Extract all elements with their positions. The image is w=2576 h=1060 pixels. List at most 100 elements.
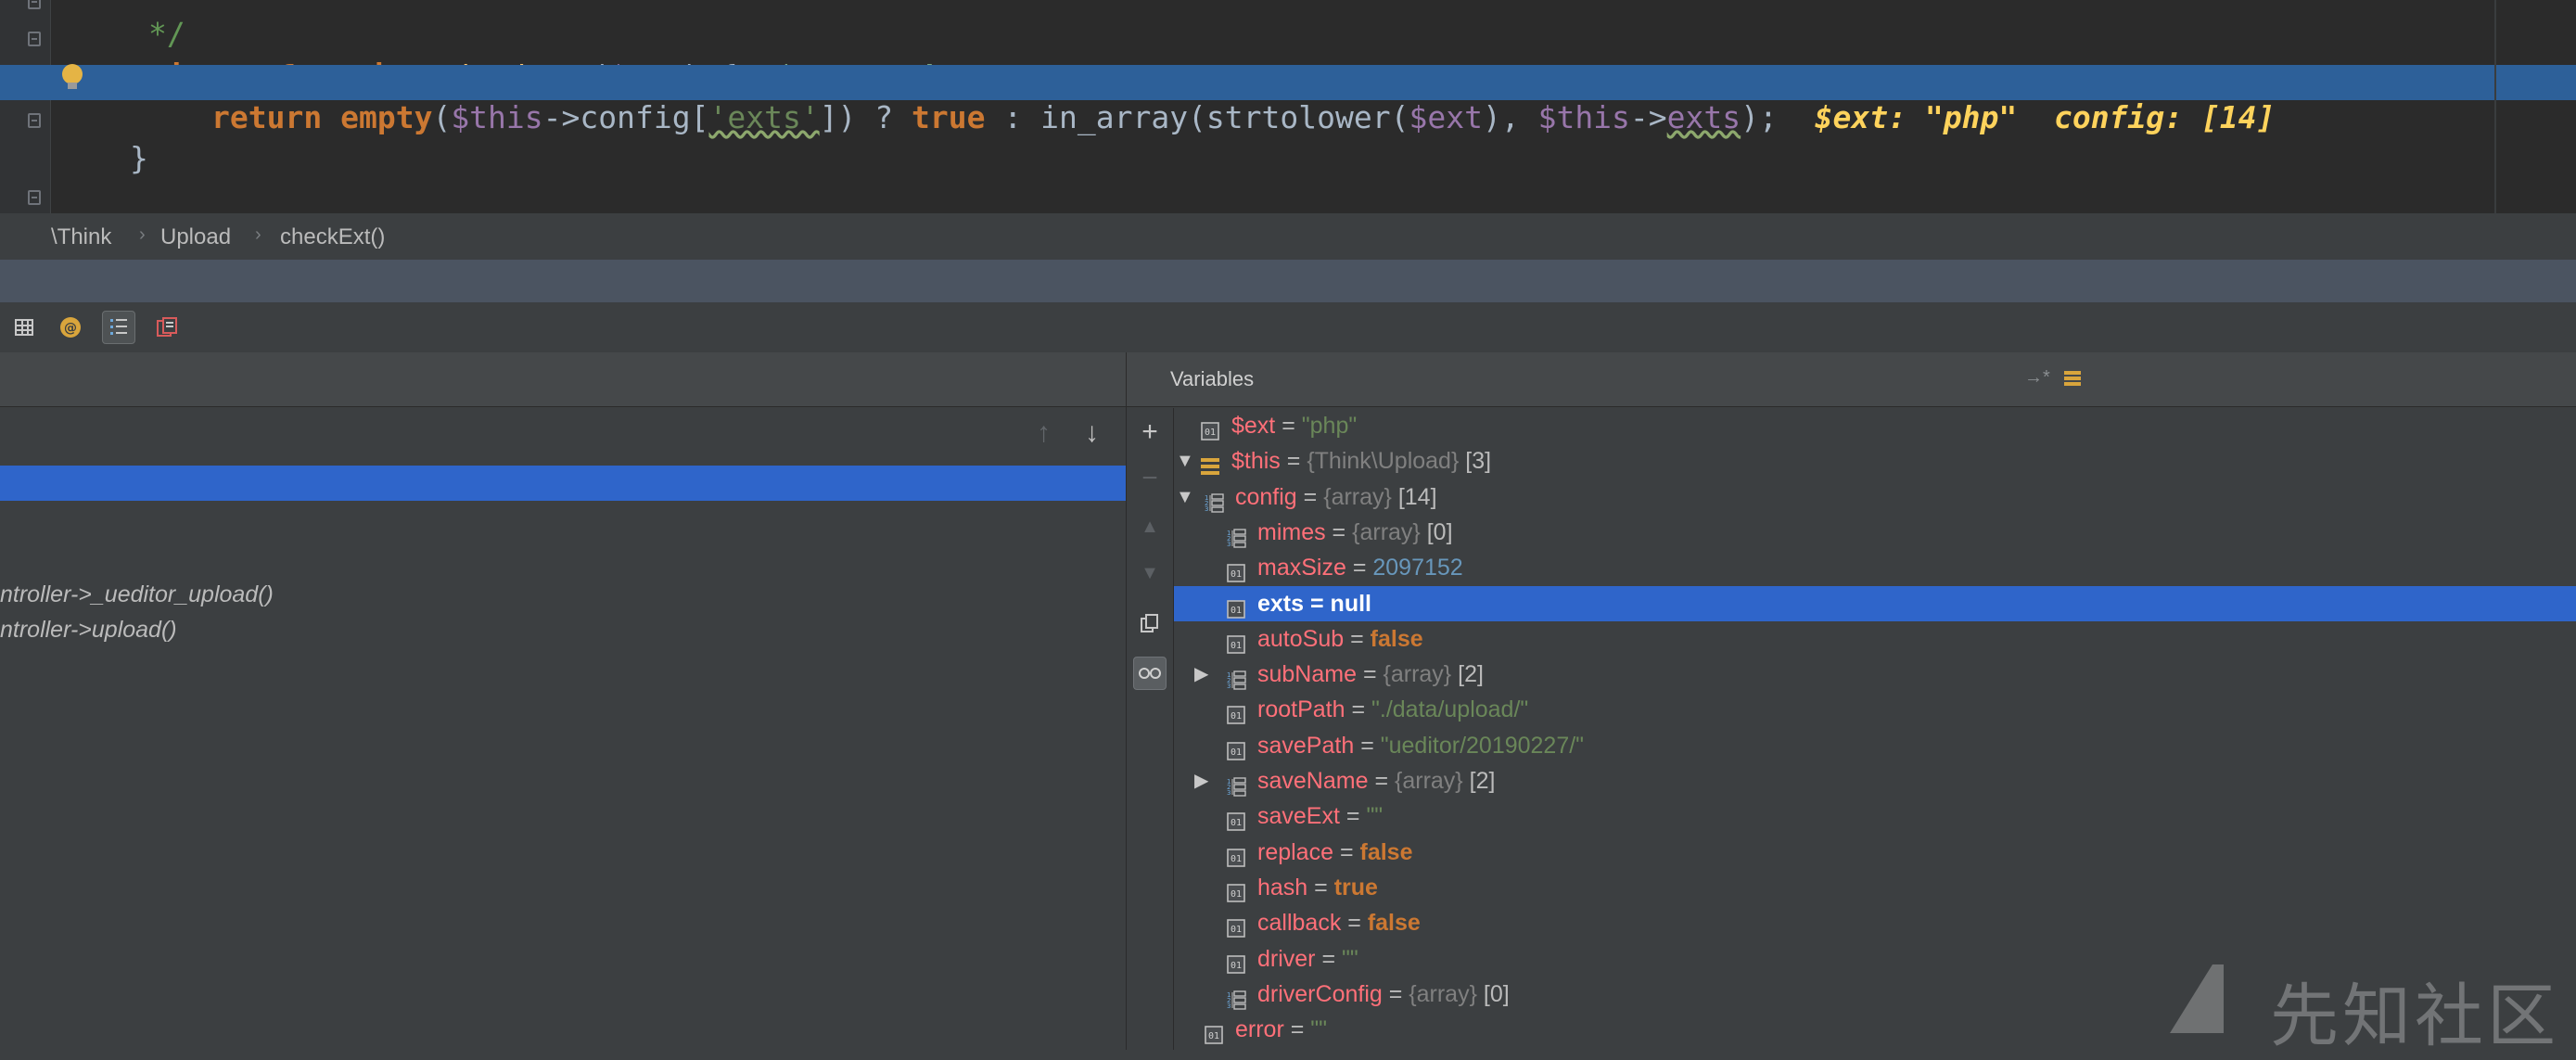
- variable-equals: =: [1341, 910, 1368, 937]
- evaluate-table-icon[interactable]: [7, 311, 41, 344]
- restore-layout-icon[interactable]: [150, 311, 184, 344]
- remove-watch-icon[interactable]: −: [1133, 462, 1167, 495]
- copy-icon[interactable]: [1133, 607, 1167, 640]
- variable-name: savePath: [1257, 732, 1355, 759]
- svg-text:01: 01: [1231, 747, 1242, 758]
- variable-value: false: [1359, 838, 1413, 865]
- variable-row[interactable]: 01 rootPath = "./data/upload/": [1174, 692, 2576, 727]
- lightbulb-icon[interactable]: [62, 64, 83, 89]
- svg-text:01: 01: [1231, 854, 1242, 864]
- variable-equals: =: [1325, 518, 1353, 545]
- primitive-value-icon: 01: [1227, 634, 1245, 654]
- variable-content: hash = true: [1257, 870, 1378, 905]
- breadcrumb-item-namespace[interactable]: \Think: [51, 224, 111, 250]
- variable-type: {array}: [1352, 518, 1421, 545]
- variable-equals: =: [1345, 696, 1372, 723]
- variable-name: mimes: [1257, 518, 1326, 545]
- tree-expand-arrow-icon[interactable]: ▶: [1194, 763, 1208, 798]
- debug-tool-window-title-bar: [0, 260, 2576, 302]
- frames-navigation: ↑ ↓: [0, 408, 1126, 460]
- variable-value: "ueditor/20190227/": [1380, 732, 1585, 759]
- variables-side-toolbar: + − ▲ ▼: [1127, 408, 1174, 1050]
- variable-value: 2097152: [1372, 555, 1463, 581]
- variable-count: [14]: [1391, 483, 1437, 510]
- variable-content: driverConfig = {array} [0]: [1257, 977, 1510, 1012]
- restore-frames-icon[interactable]: →*: [2024, 367, 2050, 389]
- variable-row[interactable]: 01 saveExt = "": [1174, 798, 2576, 834]
- breadcrumb: \Think › Upload › checkExt(): [0, 213, 2576, 261]
- variables-icon: [2064, 371, 2081, 386]
- svg-text:3: 3: [1227, 789, 1231, 797]
- variable-row[interactable]: 1 2 3 mimes = {array} [0]: [1174, 515, 2576, 550]
- variable-content: saveExt = "": [1257, 798, 1383, 834]
- variable-count: [0]: [1476, 980, 1510, 1007]
- execution-point-line: return empty($this->config['exts']) ? tr…: [0, 65, 2576, 135]
- breadcrumb-item-class[interactable]: Upload: [160, 224, 231, 250]
- variable-count: [3]: [1459, 448, 1492, 475]
- primitive-value-icon: 01: [1227, 884, 1245, 902]
- primitive-value-icon: 01: [1227, 954, 1245, 974]
- variable-type-icon: 01: [1204, 1020, 1224, 1055]
- variable-name: error: [1235, 1016, 1284, 1043]
- array-icon: 123: [1227, 990, 1246, 1010]
- variable-row[interactable]: 01 replace = false: [1174, 835, 2576, 870]
- watch-glasses-icon[interactable]: [1133, 657, 1167, 690]
- variables-tree[interactable]: 01 $ext = "php" ▼ $this = {Think\Upload} [3…: [1174, 408, 2576, 1050]
- svg-text:01: 01: [1231, 961, 1242, 971]
- variable-value: "./data/upload/": [1371, 696, 1529, 723]
- arrow-down-icon[interactable]: ↓: [1085, 417, 1099, 449]
- primitive-value-icon: 01: [1227, 848, 1245, 867]
- svg-text:01: 01: [1231, 889, 1242, 900]
- variable-name: $this: [1231, 448, 1281, 475]
- variable-content: $ext = "php": [1231, 408, 1357, 443]
- variable-count: [0]: [1420, 518, 1453, 545]
- variable-value: null: [1330, 590, 1371, 617]
- frame-item-selected[interactable]: [0, 466, 1126, 501]
- svg-text:3: 3: [1227, 541, 1231, 548]
- move-down-icon[interactable]: ▼: [1133, 556, 1167, 590]
- variable-content: autoSub = false: [1257, 621, 1423, 657]
- variable-row[interactable]: 01 savePath = "ueditor/20190227/": [1174, 728, 2576, 763]
- variable-row[interactable]: ▶ 1 2 3 saveName = {array} [2]: [1174, 763, 2576, 798]
- variable-row[interactable]: ▼ $this = {Think\Upload} [3]: [1174, 443, 2576, 479]
- svg-text:01: 01: [1205, 428, 1216, 438]
- variable-content: savePath = "ueditor/20190227/": [1257, 728, 1584, 763]
- variable-name: maxSize: [1257, 555, 1346, 581]
- watches-icon[interactable]: @: [54, 311, 87, 344]
- variable-name: saveExt: [1257, 803, 1340, 830]
- variable-type: {array}: [1323, 483, 1392, 510]
- variable-content: saveName = {array} [2]: [1257, 763, 1495, 798]
- svg-text:@: @: [64, 321, 77, 336]
- variable-content: error = "": [1235, 1012, 1327, 1047]
- variable-row[interactable]: 01 maxSize = 2097152: [1174, 550, 2576, 585]
- breadcrumb-item-method[interactable]: checkExt(): [280, 224, 385, 250]
- arrow-up-icon[interactable]: ↑: [1037, 417, 1051, 449]
- variable-row[interactable]: 01 hash = true: [1174, 870, 2576, 905]
- variable-row[interactable]: ▶ 1 2 3 subName = {array} [2]: [1174, 657, 2576, 692]
- variable-name: rootPath: [1257, 696, 1345, 723]
- show-values-icon[interactable]: [102, 311, 135, 344]
- variable-content: exts = null: [1257, 586, 1371, 621]
- variable-row[interactable]: 01 exts = null: [1174, 585, 2576, 621]
- variable-row[interactable]: 01 $ext = "php": [1174, 408, 2576, 443]
- add-watch-icon[interactable]: +: [1133, 415, 1167, 449]
- code-editor[interactable]: */ private function checkExt($ext) { $ex…: [0, 0, 2576, 213]
- variable-type: {array}: [1395, 768, 1463, 794]
- array-icon: 123: [1205, 492, 1224, 513]
- variable-value: false: [1367, 910, 1421, 937]
- move-up-icon[interactable]: ▲: [1133, 510, 1167, 543]
- tree-collapse-arrow-icon[interactable]: ▼: [1176, 443, 1194, 479]
- variable-row[interactable]: 01 autoSub = false: [1174, 621, 2576, 657]
- variable-equals: =: [1344, 625, 1371, 652]
- frame-item[interactable]: ntroller->upload(): [0, 612, 177, 647]
- debug-toolbar: @: [0, 302, 2576, 353]
- frame-item[interactable]: ntroller->_ueditor_upload(): [0, 577, 274, 612]
- variable-equals: =: [1275, 413, 1302, 439]
- tree-collapse-arrow-icon[interactable]: ▼: [1176, 479, 1194, 515]
- variable-row[interactable]: 01 callback = false: [1174, 905, 2576, 940]
- variable-type: {array}: [1383, 661, 1452, 688]
- svg-text:01: 01: [1231, 641, 1242, 651]
- tree-expand-arrow-icon[interactable]: ▶: [1194, 657, 1208, 692]
- variable-row[interactable]: ▼ 1 2 3 config = {array} [14]: [1174, 479, 2576, 515]
- svg-text:01: 01: [1231, 711, 1242, 722]
